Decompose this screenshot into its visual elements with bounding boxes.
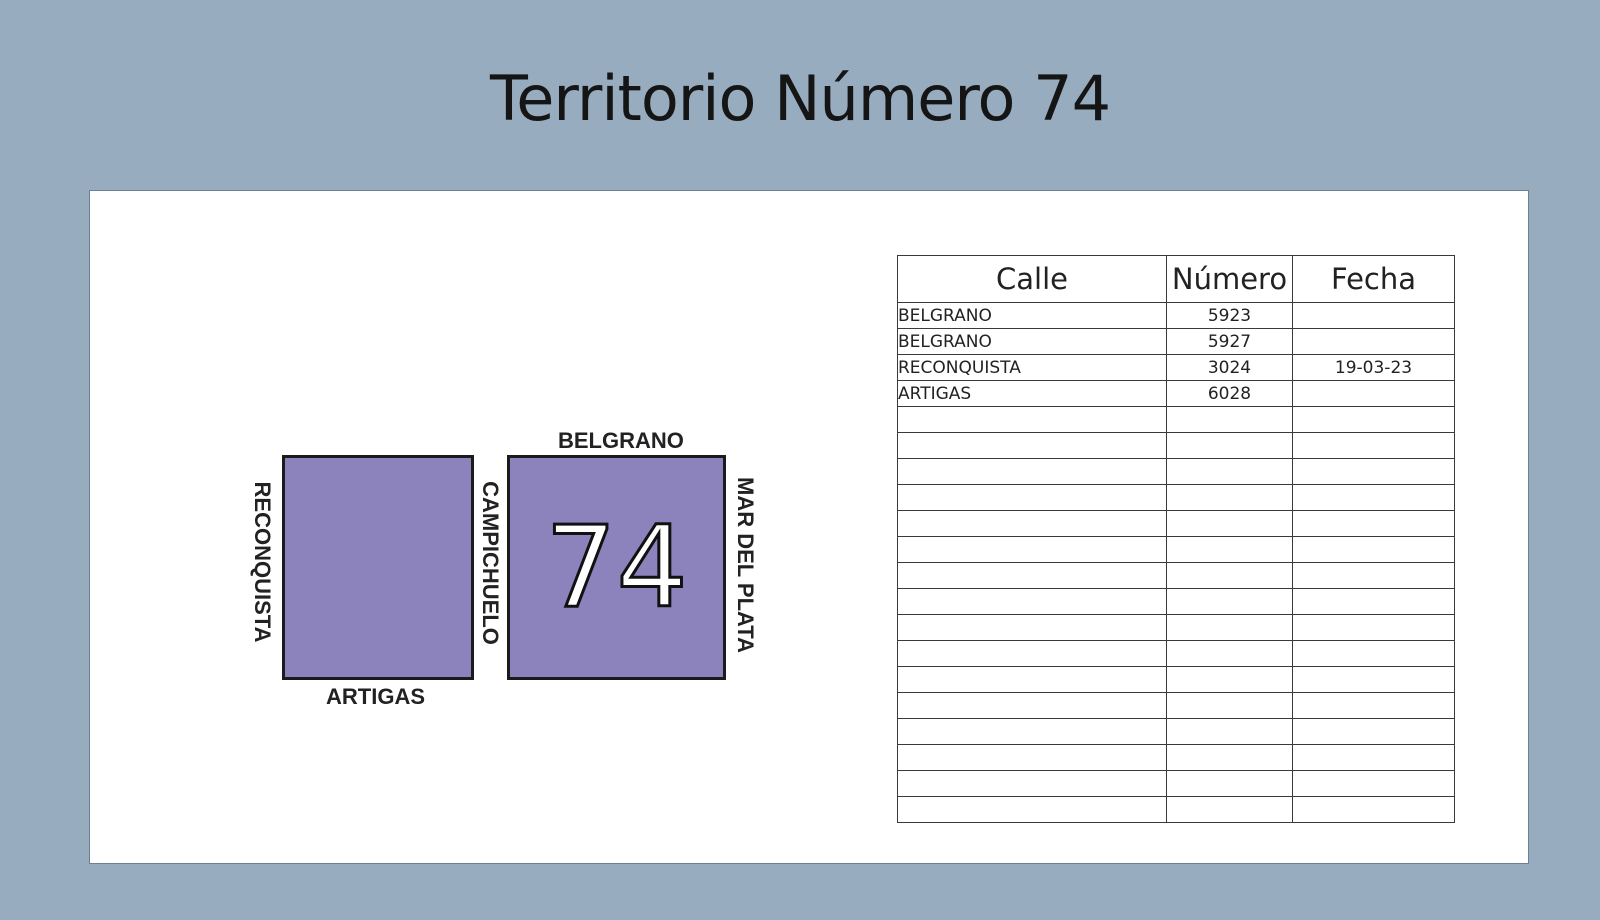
cell-numero: [1166, 562, 1293, 589]
table-row: [897, 666, 1455, 693]
cell-numero: [1166, 614, 1293, 641]
table-row: RECONQUISTA 3024 19-03-23: [897, 354, 1455, 381]
cell-numero: 5923: [1166, 302, 1293, 329]
cell-fecha: [1292, 328, 1455, 355]
table-row: [897, 562, 1455, 589]
cell-fecha: [1292, 796, 1455, 823]
cell-numero: [1166, 666, 1293, 693]
table-row: BELGRANO 5923: [897, 302, 1455, 329]
page-title: Territorio Número 74: [489, 62, 1111, 135]
cell-calle: [897, 718, 1167, 745]
table-row: [897, 536, 1455, 563]
column-header-numero: Número: [1166, 255, 1293, 303]
cell-calle: [897, 744, 1167, 771]
cell-numero: [1166, 692, 1293, 719]
cell-fecha: [1292, 666, 1455, 693]
cell-numero: 5927: [1166, 328, 1293, 355]
cell-fecha: [1292, 588, 1455, 615]
cell-fecha: [1292, 302, 1455, 329]
cell-numero: [1166, 744, 1293, 771]
table-row: [897, 796, 1455, 823]
cell-fecha: [1292, 510, 1455, 537]
column-header-fecha: Fecha: [1292, 255, 1455, 303]
cell-numero: [1166, 406, 1293, 433]
table-row: ARTIGAS 6028: [897, 380, 1455, 407]
cell-calle: [897, 692, 1167, 719]
cell-calle: [897, 484, 1167, 511]
cell-calle: [897, 770, 1167, 797]
cell-numero: [1166, 640, 1293, 667]
street-label-west: RECONQUISTA: [250, 481, 275, 643]
cell-calle: BELGRANO: [897, 302, 1167, 329]
cell-numero: 6028: [1166, 380, 1293, 407]
table-body: BELGRANO 5923 BELGRANO 5927 RECONQUISTA 3024 1…: [897, 302, 1455, 823]
territory-log-table: Calle Número Fecha BELGRANO 5923 BELGRANO 5…: [897, 255, 1455, 823]
cell-calle: ARTIGAS: [897, 380, 1167, 407]
cell-fecha: [1292, 718, 1455, 745]
table-row: [897, 640, 1455, 667]
cell-fecha: [1292, 536, 1455, 563]
cell-fecha: 19-03-23: [1292, 354, 1455, 381]
cell-calle: [897, 588, 1167, 615]
cell-calle: [897, 562, 1167, 589]
table-row: [897, 692, 1455, 719]
cell-fecha: [1292, 406, 1455, 433]
cell-calle: [897, 510, 1167, 537]
cell-numero: [1166, 770, 1293, 797]
column-header-calle: Calle: [897, 255, 1167, 303]
street-label-north: BELGRANO: [558, 428, 684, 453]
cell-numero: [1166, 484, 1293, 511]
cell-numero: [1166, 432, 1293, 459]
street-label-east: MAR DEL PLATA: [733, 477, 758, 653]
cell-fecha: [1292, 562, 1455, 589]
table-row: [897, 770, 1455, 797]
block-west: [282, 455, 474, 680]
cell-fecha: [1292, 692, 1455, 719]
cell-calle: [897, 458, 1167, 485]
territory-number-label: 74: [544, 501, 690, 634]
cell-numero: [1166, 588, 1293, 615]
cell-calle: [897, 536, 1167, 563]
cell-fecha: [1292, 744, 1455, 771]
cell-numero: [1166, 796, 1293, 823]
cell-fecha: [1292, 380, 1455, 407]
street-label-south: ARTIGAS: [326, 684, 425, 709]
cell-calle: [897, 796, 1167, 823]
cell-calle: [897, 640, 1167, 667]
cell-calle: [897, 614, 1167, 641]
cell-calle: RECONQUISTA: [897, 354, 1167, 381]
table-row: [897, 432, 1455, 459]
cell-fecha: [1292, 770, 1455, 797]
cell-calle: [897, 406, 1167, 433]
cell-numero: [1166, 510, 1293, 537]
table-row: BELGRANO 5927: [897, 328, 1455, 355]
cell-fecha: [1292, 614, 1455, 641]
cell-fecha: [1292, 458, 1455, 485]
block-territory: 74: [507, 455, 726, 680]
table-row: [897, 510, 1455, 537]
table-row: [897, 614, 1455, 641]
cell-numero: 3024: [1166, 354, 1293, 381]
cell-fecha: [1292, 432, 1455, 459]
cell-calle: [897, 666, 1167, 693]
table-row: [897, 588, 1455, 615]
table-row: [897, 458, 1455, 485]
cell-numero: [1166, 718, 1293, 745]
street-label-middle: CAMPICHUELO: [478, 481, 503, 645]
table-row: [897, 406, 1455, 433]
cell-numero: [1166, 458, 1293, 485]
cell-fecha: [1292, 640, 1455, 667]
cell-calle: [897, 432, 1167, 459]
cell-fecha: [1292, 484, 1455, 511]
cell-calle: BELGRANO: [897, 328, 1167, 355]
table-header-row: Calle Número Fecha: [897, 255, 1455, 303]
table-row: [897, 744, 1455, 771]
table-row: [897, 484, 1455, 511]
cell-numero: [1166, 536, 1293, 563]
table-row: [897, 718, 1455, 745]
